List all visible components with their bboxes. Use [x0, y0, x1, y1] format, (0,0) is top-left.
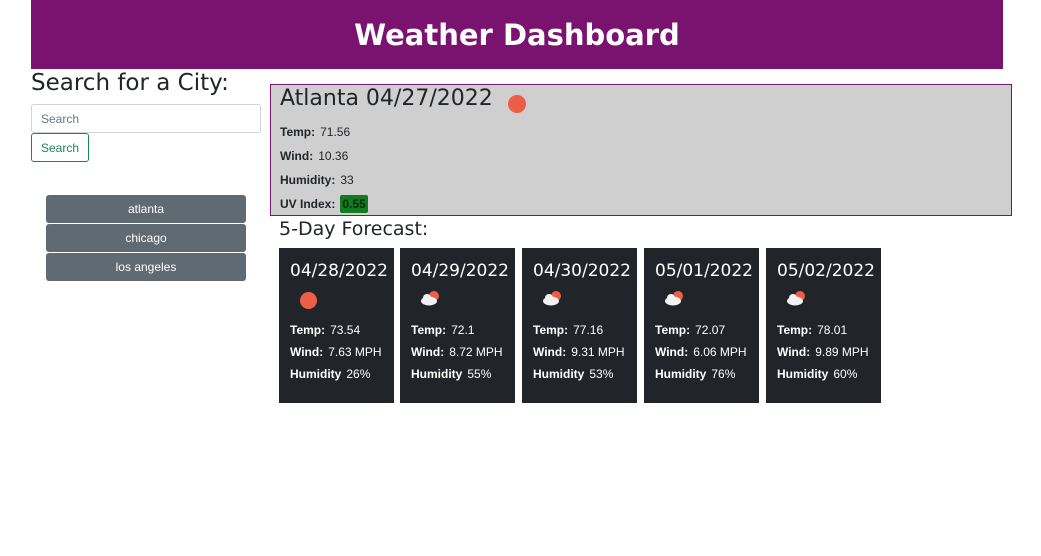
humidity-label: Humidity: [411, 367, 463, 381]
search-button[interactable]: Search: [31, 133, 89, 162]
wind-value: 7.63 MPH: [328, 345, 382, 359]
humidity-label: Humidity:: [280, 173, 336, 187]
forecast-date: 04/29/2022: [411, 261, 509, 281]
wind-label: Wind:: [777, 345, 811, 359]
sun-icon: [300, 292, 317, 309]
uv-index-badge: 0.55: [340, 195, 368, 213]
forecast-date: 05/01/2022: [655, 261, 753, 281]
current-wind: Wind: 10.36: [280, 149, 348, 163]
forecast-temp: Temp: 77.16: [533, 321, 637, 339]
forecast-date: 04/28/2022: [290, 261, 388, 281]
history-item-los-angeles[interactable]: los angeles: [46, 253, 246, 281]
forecast-card: 04/28/2022 Temp: 73.54 Wind: 7.63 MPH Humi…: [279, 248, 394, 403]
forecast-humidity: Humidity 55%: [411, 365, 515, 403]
current-city-title: Atlanta 04/27/2022: [280, 86, 493, 111]
forecast-wind: Wind: 8.72 MPH: [411, 343, 515, 361]
history-item-chicago[interactable]: chicago: [46, 224, 246, 252]
temp-label: Temp:: [280, 125, 316, 139]
forecast-date: 05/02/2022: [777, 261, 875, 281]
search-heading: Search for a City:: [31, 70, 229, 96]
temp-value: 78.01: [817, 323, 848, 337]
forecast-heading: 5-Day Forecast:: [279, 218, 429, 240]
forecast-humidity: Humidity 53%: [533, 365, 637, 403]
forecast-card: 04/29/2022 Temp: 72.1 Wind: 8.72 MPH Humid…: [400, 248, 515, 403]
temp-value: 72.07: [695, 323, 726, 337]
wind-value: 9.31 MPH: [571, 345, 625, 359]
sun-icon: [508, 95, 526, 113]
search-history: atlanta chicago los angeles: [46, 195, 246, 282]
current-uv: UV Index: 0.55: [280, 195, 368, 213]
current-humidity: Humidity: 33: [280, 173, 354, 187]
humidity-label: Humidity: [533, 367, 585, 381]
temp-value: 72.1: [451, 323, 475, 337]
current-weather-panel: Atlanta 04/27/2022 Temp: 71.56 Wind: 10.36…: [270, 84, 1012, 216]
humidity-value: 76%: [711, 367, 736, 381]
search-input[interactable]: [31, 104, 261, 133]
temp-value: 77.16: [573, 323, 604, 337]
cloud-sun-icon: [665, 291, 683, 306]
temp-value: 71.56: [320, 125, 351, 139]
humidity-value: 60%: [833, 367, 858, 381]
forecast-temp: Temp: 73.54: [290, 321, 394, 339]
forecast-card: 05/02/2022 Temp: 78.01 Wind: 9.89 MPH Humi…: [766, 248, 881, 403]
wind-value: 8.72 MPH: [449, 345, 503, 359]
forecast-humidity: Humidity 76%: [655, 365, 759, 403]
humidity-value: 55%: [467, 367, 492, 381]
forecast-temp: Temp: 78.01: [777, 321, 881, 339]
temp-label: Temp:: [777, 323, 813, 337]
cloud-sun-icon: [787, 291, 805, 306]
humidity-value: 53%: [589, 367, 614, 381]
current-temp: Temp: 71.56: [280, 125, 350, 139]
forecast-temp: Temp: 72.1: [411, 321, 515, 339]
forecast-temp: Temp: 72.07: [655, 321, 759, 339]
forecast-humidity: Humidity 26%: [290, 365, 394, 403]
forecast-card: 05/01/2022 Temp: 72.07 Wind: 6.06 MPH Humi…: [644, 248, 759, 403]
wind-label: Wind:: [280, 149, 314, 163]
wind-label: Wind:: [290, 345, 324, 359]
app-header: Weather Dashboard: [31, 0, 1003, 69]
cloud-sun-icon: [421, 291, 439, 306]
wind-value: 9.89 MPH: [815, 345, 869, 359]
temp-label: Temp:: [655, 323, 691, 337]
cloud-sun-icon: [543, 291, 561, 306]
forecast-date: 04/30/2022: [533, 261, 631, 281]
forecast-wind: Wind: 6.06 MPH: [655, 343, 759, 361]
page-title: Weather Dashboard: [354, 17, 680, 52]
wind-value: 10.36: [318, 149, 349, 163]
humidity-label: Humidity: [655, 367, 707, 381]
humidity-label: Humidity: [290, 367, 342, 381]
humidity-label: Humidity: [777, 367, 829, 381]
forecast-wind: Wind: 9.89 MPH: [777, 343, 881, 361]
temp-label: Temp:: [290, 323, 326, 337]
forecast-wind: Wind: 7.63 MPH: [290, 343, 394, 361]
wind-label: Wind:: [411, 345, 445, 359]
forecast-card: 04/30/2022 Temp: 77.16 Wind: 9.31 MPH Humi…: [522, 248, 637, 403]
temp-label: Temp:: [411, 323, 447, 337]
temp-label: Temp:: [533, 323, 569, 337]
forecast-wind: Wind: 9.31 MPH: [533, 343, 637, 361]
humidity-value: 33: [340, 173, 354, 187]
wind-label: Wind:: [533, 345, 567, 359]
temp-value: 73.54: [330, 323, 361, 337]
wind-label: Wind:: [655, 345, 689, 359]
history-item-atlanta[interactable]: atlanta: [46, 195, 246, 223]
wind-value: 6.06 MPH: [693, 345, 747, 359]
humidity-value: 26%: [346, 367, 371, 381]
forecast-humidity: Humidity 60%: [777, 365, 881, 403]
uv-label: UV Index:: [280, 197, 336, 211]
